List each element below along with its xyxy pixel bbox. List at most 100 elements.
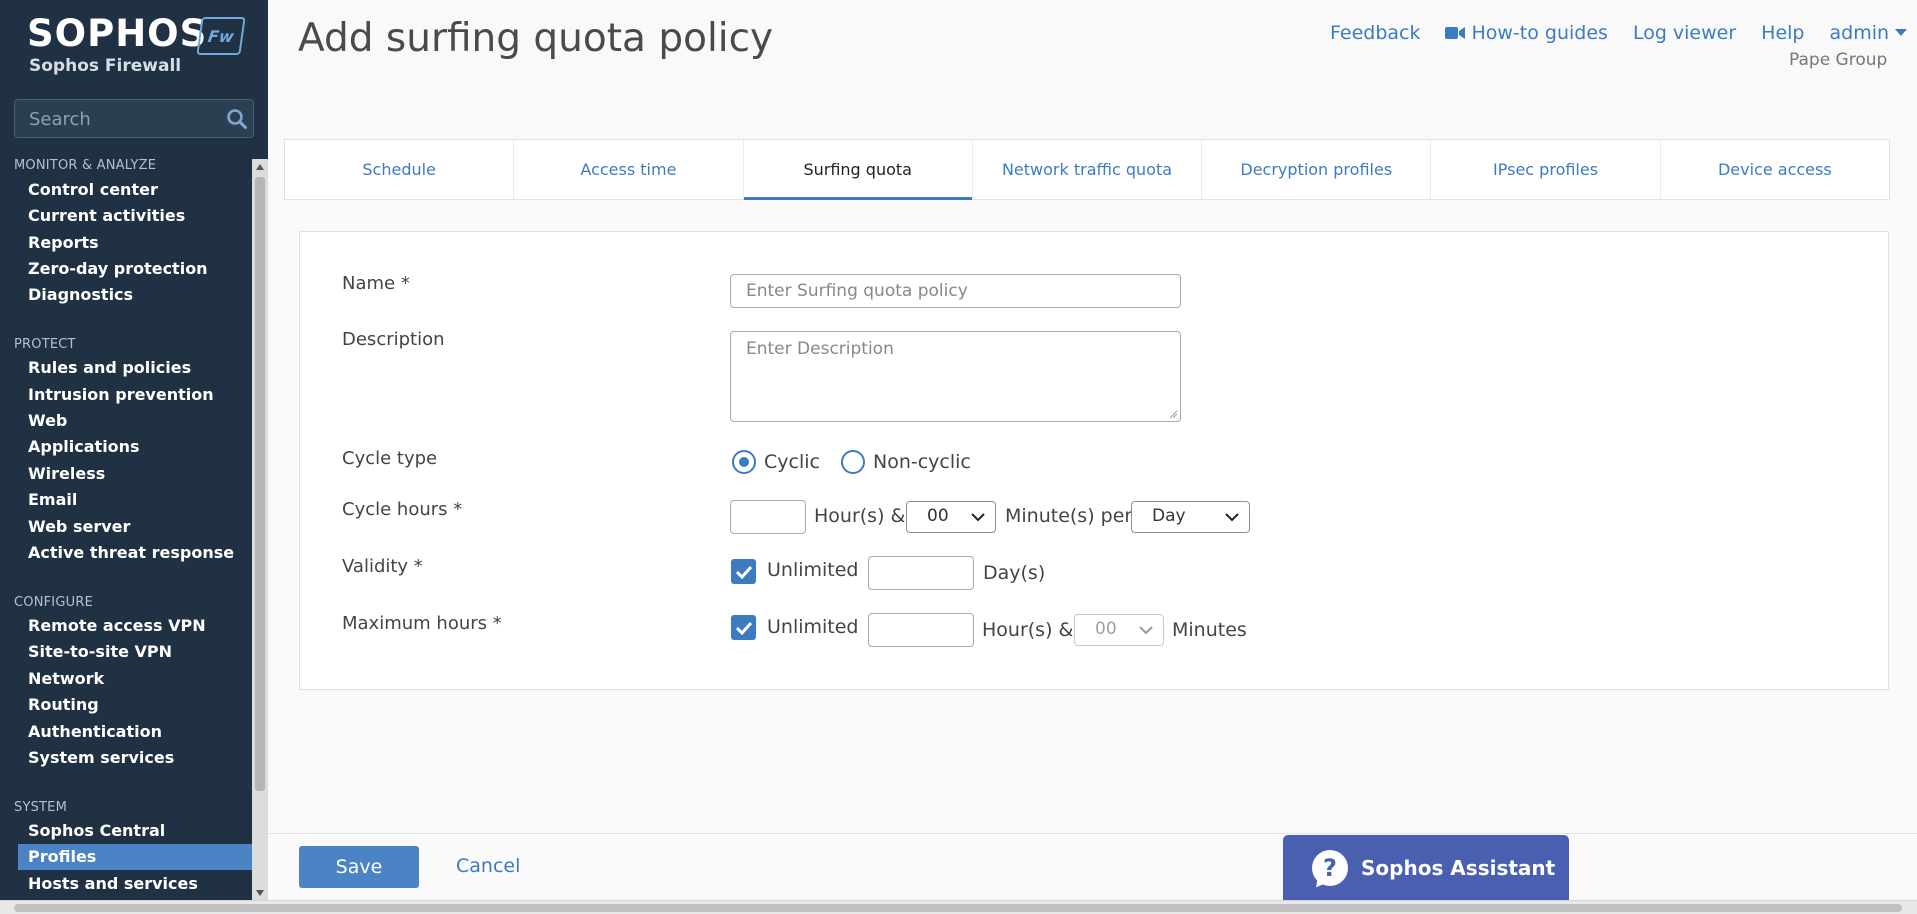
maximum-hours-label: Maximum hours *: [342, 613, 502, 634]
sidebar-item-rules-and-policies[interactable]: Rules and policies: [18, 355, 252, 381]
sidebar-item-zero-day-protection[interactable]: Zero-day protection: [18, 256, 252, 282]
brand-name: SOPHOS: [27, 12, 208, 55]
sidebar-item-intrusion-prevention[interactable]: Intrusion prevention: [18, 382, 252, 408]
description-placeholder: Enter Description: [746, 339, 894, 359]
tab-access-time[interactable]: Access time: [514, 140, 744, 199]
howto-guides-label: How-to guides: [1471, 22, 1608, 44]
validity-days-input[interactable]: [868, 556, 974, 590]
sidebar-item-system-services[interactable]: System services: [18, 745, 252, 771]
chevron-down-icon: [1139, 626, 1153, 635]
maximum-minutes-suffix: Minutes: [1172, 619, 1247, 641]
log-viewer-link[interactable]: Log viewer: [1633, 22, 1736, 44]
firewall-badge-label: Fw: [206, 26, 236, 46]
nav-section-protect: PROTECT: [14, 337, 76, 352]
cycle-period-select[interactable]: Day: [1131, 501, 1250, 533]
resize-handle-icon[interactable]: [1168, 409, 1178, 419]
help-link[interactable]: Help: [1761, 22, 1804, 44]
validity-unlimited-label: Unlimited: [767, 559, 859, 581]
sidebar-item-remote-access-vpn[interactable]: Remote access VPN: [18, 613, 252, 639]
cycle-minutes-select[interactable]: 00: [906, 501, 996, 533]
cycle-hours-input[interactable]: [730, 500, 806, 534]
nav-section-configure: CONFIGURE: [14, 595, 93, 610]
feedback-link[interactable]: Feedback: [1330, 22, 1420, 44]
maximum-hours-unlimited-label: Unlimited: [767, 616, 859, 638]
checkmark-icon: [735, 565, 752, 579]
search-placeholder: Search: [29, 109, 91, 130]
sidebar-scrollbar[interactable]: [252, 159, 268, 900]
caret-down-icon: [1895, 29, 1908, 36]
description-label: Description: [342, 329, 445, 350]
name-label: Name *: [342, 273, 410, 294]
window-horizontal-scrollbar[interactable]: [0, 900, 1917, 914]
user-name: admin: [1829, 22, 1890, 44]
tab-schedule[interactable]: Schedule: [285, 140, 515, 199]
sidebar-item-site-to-site-vpn[interactable]: Site-to-site VPN: [18, 639, 252, 665]
chat-help-icon: ?: [1312, 849, 1348, 886]
maximum-minutes-value: 00: [1095, 619, 1117, 639]
video-camera-icon: [1445, 27, 1466, 39]
organization-name: Pape Group: [1789, 50, 1888, 70]
window-scrollbar-thumb[interactable]: [14, 904, 1902, 912]
sidebar-item-authentication[interactable]: Authentication: [18, 719, 252, 745]
chat-help-glyph: ?: [1323, 853, 1337, 882]
validity-unlimited-checkbox[interactable]: [731, 559, 756, 584]
firewall-badge-icon: Fw: [196, 17, 246, 55]
sidebar-item-applications[interactable]: Applications: [18, 434, 252, 460]
scroll-down-icon[interactable]: [256, 890, 264, 896]
maximum-hours-suffix: Hour(s) &: [982, 619, 1074, 641]
cycle-hours-label: Cycle hours *: [342, 499, 463, 520]
sidebar-item-active-threat-response[interactable]: Active threat response: [18, 540, 252, 566]
description-textarea[interactable]: Enter Description: [730, 331, 1181, 422]
howto-guides-link[interactable]: How-to guides: [1445, 22, 1608, 44]
cyclic-label: Cyclic: [764, 451, 820, 473]
page-title: Add surfing quota policy: [298, 16, 774, 61]
non-cyclic-radio[interactable]: [841, 450, 865, 474]
sidebar-item-reports[interactable]: Reports: [18, 230, 252, 256]
sidebar-item-network[interactable]: Network: [18, 666, 252, 692]
cancel-button[interactable]: Cancel: [456, 855, 520, 877]
scroll-up-icon[interactable]: [256, 164, 264, 170]
sidebar-item-web-server[interactable]: Web server: [18, 514, 252, 540]
sidebar-item-hosts-and-services[interactable]: Hosts and services: [18, 871, 252, 897]
sidebar-scrollbar-thumb[interactable]: [255, 177, 265, 791]
help-label: Help: [1761, 22, 1805, 44]
search-input[interactable]: Search: [14, 99, 254, 138]
user-menu[interactable]: admin: [1830, 22, 1914, 44]
sophos-assistant-button[interactable]: ? Sophos Assistant: [1283, 835, 1569, 900]
profile-tabs: Schedule Access time Surfing quota Netwo…: [284, 139, 1890, 200]
log-viewer-label: Log viewer: [1632, 22, 1737, 44]
top-navigation: Feedback How-to guides Log viewer Help a…: [1330, 22, 1913, 44]
maximum-hours-input[interactable]: [868, 613, 974, 647]
maximum-minutes-select[interactable]: 00: [1074, 614, 1164, 646]
nav-section-system: SYSTEM: [14, 800, 68, 815]
sophos-logo: SOPHOS Sophos Firewall: [27, 12, 208, 77]
cycle-minutes-value: 00: [927, 506, 949, 526]
sidebar-item-web[interactable]: Web: [18, 408, 252, 434]
chevron-down-icon: [1225, 513, 1239, 522]
sidebar-item-diagnostics[interactable]: Diagnostics: [18, 282, 252, 308]
non-cyclic-label: Non-cyclic: [873, 451, 971, 473]
sidebar-item-profiles[interactable]: Profiles: [18, 844, 252, 870]
sidebar: SOPHOS Sophos Firewall Fw Search MONITOR…: [0, 0, 268, 900]
sidebar-item-routing[interactable]: Routing: [18, 692, 252, 718]
cycle-type-label: Cycle type: [342, 448, 438, 469]
tab-ipsec-profiles[interactable]: IPsec profiles: [1431, 140, 1661, 199]
sophos-assistant-label: Sophos Assistant: [1361, 855, 1556, 880]
cycle-minutes-suffix: Minute(s) per: [1005, 505, 1133, 527]
validity-label: Validity *: [342, 556, 423, 577]
sidebar-item-wireless[interactable]: Wireless: [18, 461, 252, 487]
cycle-period-value: Day: [1152, 506, 1186, 526]
save-button[interactable]: Save: [299, 846, 419, 888]
sidebar-item-email[interactable]: Email: [18, 487, 252, 513]
tab-surfing-quota[interactable]: Surfing quota: [743, 140, 973, 200]
sidebar-item-control-center[interactable]: Control center: [18, 177, 252, 203]
tab-network-traffic-quota[interactable]: Network traffic quota: [973, 140, 1203, 199]
search-icon[interactable]: [226, 108, 248, 135]
maximum-hours-unlimited-checkbox[interactable]: [731, 615, 756, 640]
name-input[interactable]: Enter Surfing quota policy: [730, 274, 1181, 308]
tab-device-access[interactable]: Device access: [1661, 140, 1889, 199]
cyclic-radio[interactable]: [732, 450, 756, 474]
sidebar-item-sophos-central[interactable]: Sophos Central: [18, 818, 252, 844]
sidebar-item-current-activities[interactable]: Current activities: [18, 203, 252, 229]
tab-decryption-profiles[interactable]: Decryption profiles: [1202, 140, 1432, 199]
